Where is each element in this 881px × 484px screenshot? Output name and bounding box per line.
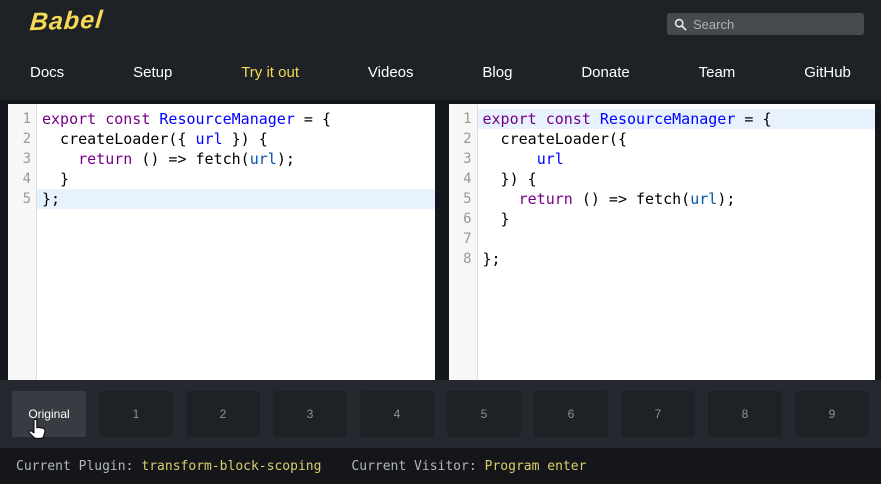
site-header: Babel Docs Setup Try it out Videos Blog Donat…: [0, 0, 881, 100]
code-token: url: [195, 130, 223, 148]
code-token: url: [536, 150, 564, 168]
step-button-3[interactable]: 3: [273, 391, 347, 437]
step-button-2[interactable]: 2: [186, 391, 260, 437]
step-toolbar: Original 1 2 3 4 5 6 7 8 9: [0, 380, 881, 448]
code-line[interactable]: export const ResourceManager = {: [477, 109, 875, 129]
code-line[interactable]: }: [37, 169, 435, 189]
nav-item-setup[interactable]: Setup: [133, 64, 172, 81]
current-visitor-label: Current Visitor:: [351, 458, 477, 474]
repl-editor: 1 2 3 4 5 export const ResourceManager = { c…: [0, 100, 881, 380]
line-number: 1: [22, 111, 31, 127]
line-number: 4: [463, 171, 472, 187]
step-button-1[interactable]: 1: [99, 391, 173, 437]
line-number-gutter: 1 2 3 4 5 6 7 8: [448, 104, 478, 380]
current-plugin-value: transform-block-scoping: [141, 458, 322, 474]
line-number: 3: [22, 151, 31, 167]
nav-item-team[interactable]: Team: [699, 64, 736, 81]
code-token: }) {: [222, 130, 268, 148]
step-button-4[interactable]: 4: [360, 391, 434, 437]
line-number: 2: [22, 131, 31, 147]
code-line[interactable]: export const ResourceManager = {: [37, 109, 435, 129]
code-line[interactable]: };: [478, 249, 876, 269]
line-number: 4: [22, 171, 31, 187]
code-token: ResourceManager: [159, 110, 295, 128]
step-button-8[interactable]: 8: [708, 391, 782, 437]
code-token: = {: [735, 110, 772, 128]
current-plugin-label: Current Plugin:: [16, 458, 134, 474]
code-token: const: [105, 110, 151, 128]
code-line[interactable]: createLoader({: [478, 129, 876, 149]
code-line[interactable]: url: [478, 149, 876, 169]
code-pane-right[interactable]: 1 2 3 4 5 6 7 8 export const ResourceManager = …: [448, 104, 876, 380]
code-token: }: [42, 170, 70, 188]
line-number: 1: [463, 111, 472, 127]
code-token: ResourceManager: [599, 110, 736, 128]
step-button-original[interactable]: Original: [12, 391, 86, 437]
line-number-gutter: 1 2 3 4 5: [8, 104, 37, 380]
nav-item-docs[interactable]: Docs: [30, 64, 64, 81]
nav-item-videos[interactable]: Videos: [368, 64, 414, 81]
code-line[interactable]: createLoader({ url }) {: [37, 129, 435, 149]
code-line[interactable]: };: [37, 189, 435, 209]
code-line[interactable]: return () => fetch(url);: [478, 189, 876, 209]
code-token: );: [717, 190, 736, 208]
code-line[interactable]: [478, 229, 876, 249]
nav-item-try-it-out[interactable]: Try it out: [241, 64, 299, 81]
search-input[interactable]: [693, 16, 857, 32]
code-pane-left[interactable]: 1 2 3 4 5 export const ResourceManager = { c…: [8, 104, 435, 380]
code-token: = {: [294, 110, 331, 128]
code-line[interactable]: }: [478, 209, 876, 229]
nav-item-github[interactable]: GitHub: [804, 64, 851, 81]
code-token: createLoader({: [482, 130, 627, 148]
code-token: () => fetch(: [572, 190, 691, 208]
main-nav: Docs Setup Try it out Videos Blog Donate Team G…: [0, 64, 881, 81]
code-token: );: [276, 150, 295, 168]
line-number: 6: [463, 211, 472, 227]
step-button-6[interactable]: 6: [534, 391, 608, 437]
code-token: export: [482, 110, 537, 128]
step-button-9[interactable]: 9: [795, 391, 869, 437]
code-line[interactable]: }) {: [478, 169, 876, 189]
code-token: const: [545, 110, 591, 128]
code-token: return: [78, 150, 133, 168]
line-number: 7: [463, 231, 472, 247]
code-token: }: [482, 210, 510, 228]
babel-logo[interactable]: Babel: [29, 6, 105, 38]
code-token: url: [690, 190, 718, 208]
code-token: createLoader({: [42, 130, 196, 148]
code-token: };: [42, 190, 61, 208]
search-box[interactable]: [667, 13, 864, 35]
step-button-5[interactable]: 5: [447, 391, 521, 437]
line-number: 3: [463, 151, 472, 167]
code-token: url: [249, 150, 277, 168]
code-token: return: [518, 190, 573, 208]
step-button-7[interactable]: 7: [621, 391, 695, 437]
code-token: };: [482, 250, 501, 268]
code-token: () => fetch(: [132, 150, 250, 168]
code-line[interactable]: return () => fetch(url);: [37, 149, 435, 169]
code-area[interactable]: export const ResourceManager = { createL…: [37, 104, 435, 380]
line-number: 5: [463, 191, 472, 207]
current-visitor-value: Program enter: [484, 458, 587, 474]
status-bar: Current Plugin: transform-block-scoping …: [0, 448, 881, 484]
code-area[interactable]: export const ResourceManager = { createL…: [477, 104, 876, 380]
line-number: 5: [22, 191, 31, 207]
line-number: 8: [463, 251, 472, 267]
line-number: 2: [463, 131, 472, 147]
code-token: export: [42, 110, 97, 128]
nav-item-donate[interactable]: Donate: [581, 64, 629, 81]
search-icon: [674, 18, 687, 31]
code-token: }) {: [482, 170, 537, 188]
nav-item-blog[interactable]: Blog: [482, 64, 512, 81]
